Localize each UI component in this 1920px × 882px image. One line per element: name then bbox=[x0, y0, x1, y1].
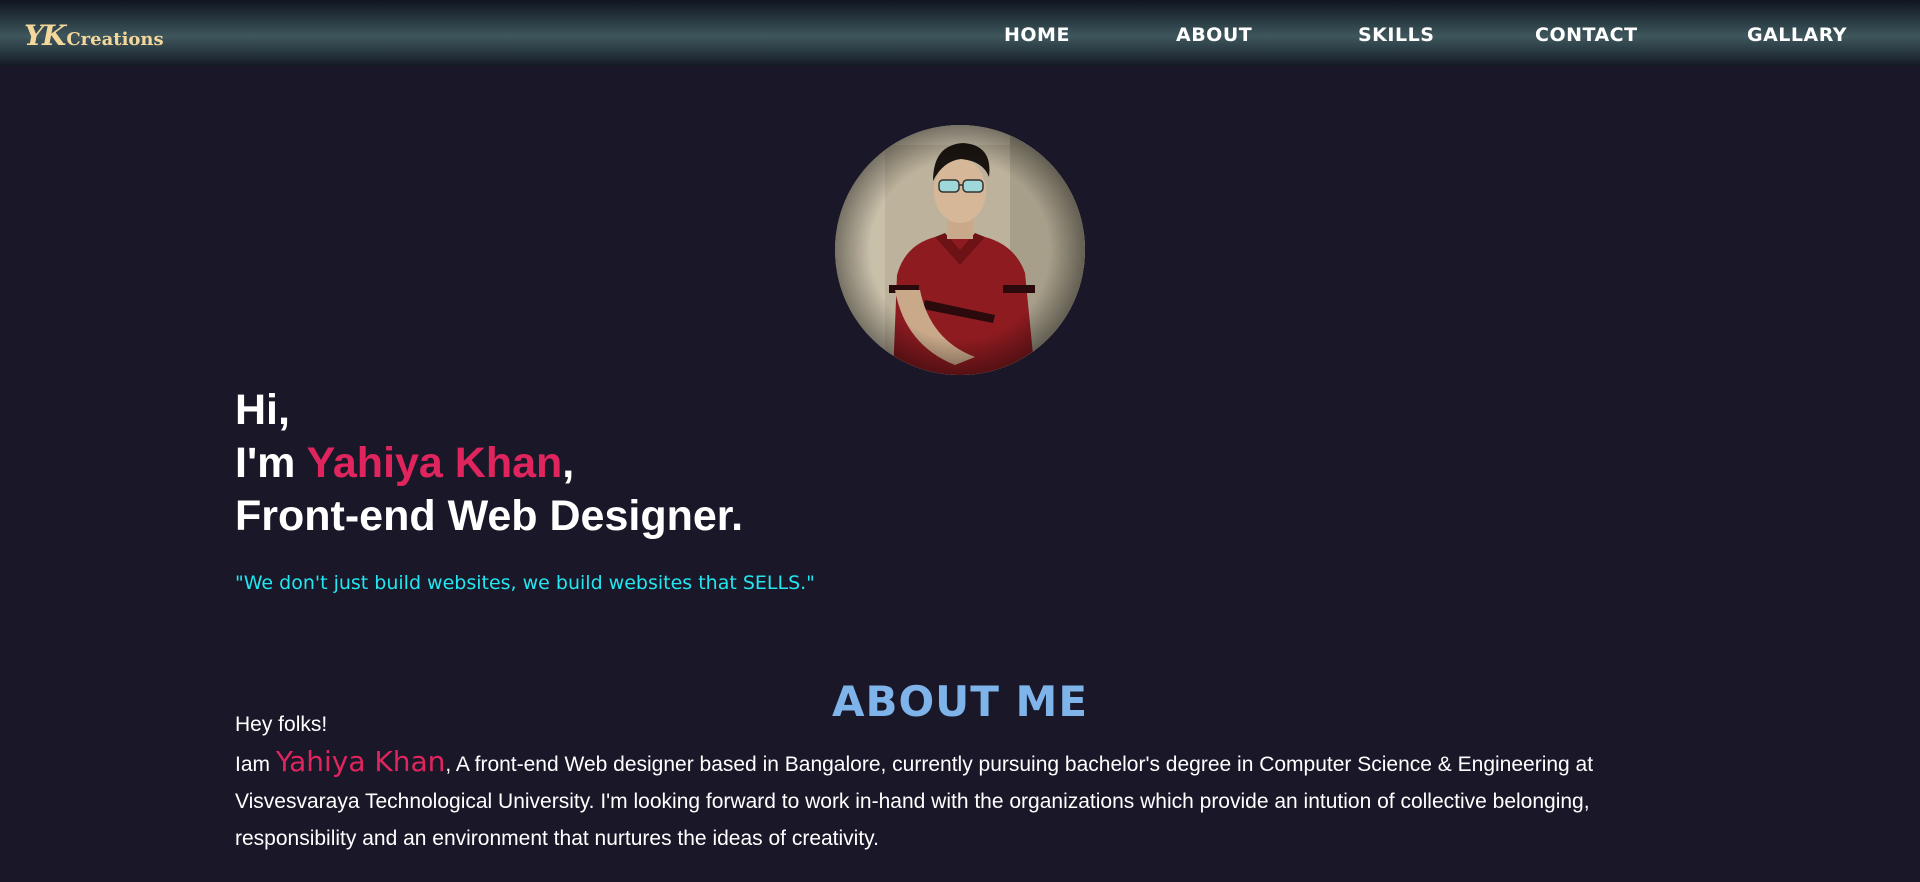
nav-gallary-link[interactable]: GALLARY bbox=[1747, 24, 1847, 46]
hero-greeting: Hi, bbox=[235, 386, 290, 434]
nav-skills-link[interactable]: SKILLS bbox=[1358, 24, 1434, 46]
profile-photo-icon bbox=[835, 125, 1085, 375]
hero-tagline: "We don't just build websites, we build … bbox=[235, 572, 815, 594]
hero-name-line: I'm Yahiya Khan, bbox=[235, 437, 743, 490]
nav-about-link[interactable]: ABOUT bbox=[1176, 24, 1252, 46]
profile-avatar bbox=[835, 125, 1085, 375]
hero-intro-suffix: , bbox=[562, 439, 575, 487]
about-name: Yahiya Khan bbox=[275, 745, 446, 778]
nav-links: HOME ABOUT SKILLS CONTACT GALLARY bbox=[0, 24, 1920, 48]
hero-intro-prefix: I'm bbox=[235, 439, 307, 487]
navbar: YK Creations HOME ABOUT SKILLS CONTACT GA… bbox=[0, 0, 1920, 66]
nav-home-link[interactable]: HOME bbox=[1004, 24, 1070, 46]
hero-role: Front-end Web Designer. bbox=[235, 492, 744, 540]
about-lead: Iam bbox=[235, 753, 276, 776]
about-greeting: Hey folks! bbox=[235, 713, 328, 736]
about-paragraph: Iam Yahiya Khan, A front-end Web designe… bbox=[235, 743, 1715, 857]
hero-name: Yahiya Khan bbox=[306, 439, 563, 487]
nav-contact-link[interactable]: CONTACT bbox=[1535, 24, 1638, 46]
hero-intro: Hi, I'm Yahiya Khan, Front-end Web Desig… bbox=[235, 384, 743, 543]
about-text: Hey folks! Iam Yahiya Khan, A front-end … bbox=[235, 706, 1715, 857]
